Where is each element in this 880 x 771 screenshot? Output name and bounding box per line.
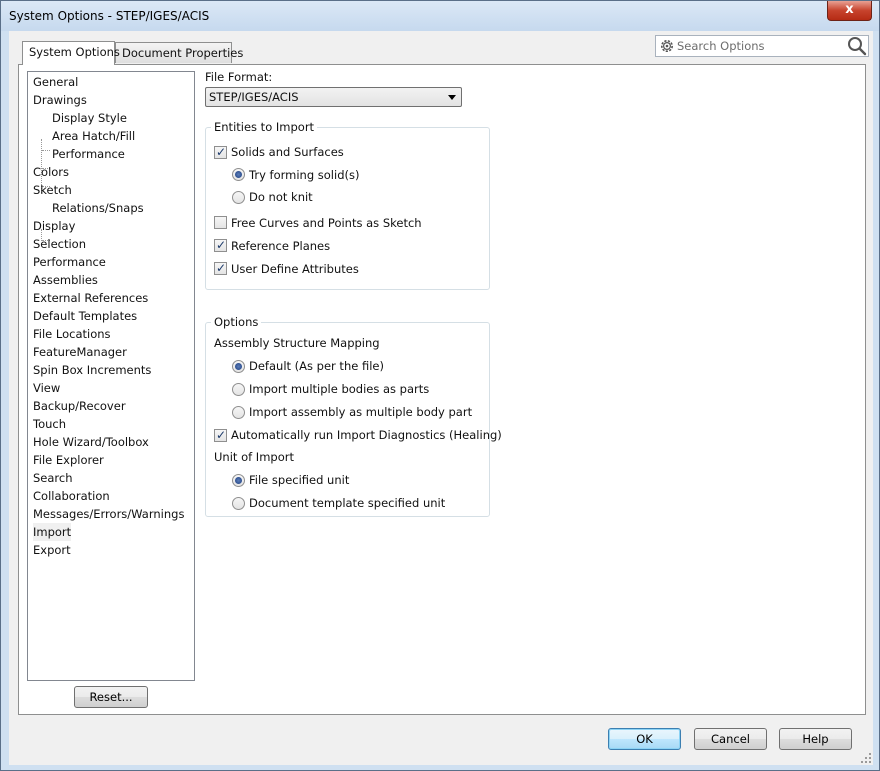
import-multiple-bodies-radio[interactable]: [232, 383, 245, 396]
options-group: Options Assembly Structure Mapping Defau…: [205, 315, 502, 517]
default-mapping-radio[interactable]: [232, 360, 245, 373]
import-multiple-bodies-label[interactable]: Import multiple bodies as parts: [249, 382, 429, 396]
ok-button[interactable]: OK: [608, 728, 681, 750]
tree-item-general[interactable]: General: [33, 73, 78, 91]
radio-dot-icon: [235, 477, 242, 484]
tree-item-import[interactable]: Import: [33, 523, 72, 541]
do-not-knit-radio[interactable]: [232, 191, 245, 204]
tree-item-messages-errors-warnings[interactable]: Messages/Errors/Warnings: [33, 505, 184, 523]
tree-item-featuremanager[interactable]: FeatureManager: [33, 343, 127, 361]
search-icon[interactable]: [846, 36, 868, 56]
tree-item-display[interactable]: Display: [33, 217, 75, 235]
auto-import-diagnostics-checkbox[interactable]: ✓: [214, 428, 227, 442]
checkmark-icon: ✓: [216, 428, 227, 442]
tree-item-backup-recover[interactable]: Backup/Recover: [33, 397, 126, 415]
solids-surfaces-checkbox[interactable]: ✓: [214, 145, 227, 159]
reset-button[interactable]: Reset...: [74, 686, 148, 708]
tree-item-sketch[interactable]: Sketch: [33, 181, 72, 199]
gear-icon[interactable]: [658, 37, 676, 55]
assembly-structure-mapping-label: Assembly Structure Mapping: [214, 336, 380, 350]
file-format-label: File Format:: [205, 70, 273, 84]
reference-planes-label[interactable]: Reference Planes: [231, 239, 330, 253]
radio-dot-icon: [235, 171, 242, 178]
resize-grip-icon[interactable]: [860, 752, 872, 764]
try-forming-solids-radio[interactable]: [232, 168, 245, 181]
tree-item-selection[interactable]: Selection: [33, 235, 86, 253]
tab-document-properties[interactable]: Document Properties: [115, 42, 243, 63]
tree-item-drawings[interactable]: Drawings: [33, 91, 87, 109]
free-curves-checkbox[interactable]: [214, 216, 227, 229]
tree-item-performance[interactable]: Performance: [33, 253, 106, 271]
tree-item-view[interactable]: View: [33, 379, 60, 397]
tree-item-file-explorer[interactable]: File Explorer: [33, 451, 104, 469]
tab-system-options[interactable]: System Options: [22, 41, 120, 65]
dialog-client-area: System Options Document Properties Searc…: [9, 31, 873, 765]
title-bar[interactable]: System Options - STEP/IGES/ACIS x: [1, 1, 879, 31]
tree-item-external-references[interactable]: External References: [33, 289, 148, 307]
try-forming-solids-label[interactable]: Try forming solid(s): [249, 168, 359, 182]
cancel-button[interactable]: Cancel: [694, 728, 767, 750]
checkmark-icon: ✓: [216, 238, 227, 252]
import-assembly-multibody-label[interactable]: Import assembly as multiple body part: [249, 405, 472, 419]
file-specified-unit-radio[interactable]: [232, 474, 245, 487]
tree-item-collaboration[interactable]: Collaboration: [33, 487, 110, 505]
help-button[interactable]: Help: [779, 728, 852, 750]
tree-item-display-style[interactable]: Display Style: [52, 109, 127, 127]
search-box: [655, 35, 869, 57]
reference-planes-checkbox[interactable]: ✓: [214, 238, 227, 252]
radio-dot-icon: [235, 363, 242, 370]
options-tree[interactable]: General Drawings Display Style Area Hatc…: [27, 71, 195, 681]
user-define-attributes-label[interactable]: User Define Attributes: [231, 262, 359, 276]
document-template-unit-label[interactable]: Document template specified unit: [249, 496, 445, 510]
auto-import-diagnostics-label[interactable]: Automatically run Import Diagnostics (He…: [231, 428, 502, 442]
tree-item-hole-wizard-toolbox[interactable]: Hole Wizard/Toolbox: [33, 433, 149, 451]
unit-of-import-label: Unit of Import: [214, 450, 294, 464]
import-assembly-multibody-radio[interactable]: [232, 406, 245, 419]
file-format-value: STEP/IGES/ACIS: [209, 90, 299, 104]
tree-item-relations-snaps[interactable]: Relations/Snaps: [52, 199, 144, 217]
entities-to-import-group: Entities to Import ✓ Solids and Surfaces…: [205, 120, 490, 290]
chevron-down-icon: [448, 95, 456, 100]
default-mapping-label[interactable]: Default (As per the file): [249, 359, 384, 373]
entities-group-title: Entities to Import: [211, 120, 318, 134]
system-options-window: System Options - STEP/IGES/ACIS x System…: [0, 0, 880, 771]
tree-item-drawings-performance[interactable]: Performance: [52, 145, 125, 163]
search-input[interactable]: [677, 38, 843, 54]
file-specified-unit-label[interactable]: File specified unit: [249, 473, 349, 487]
tree-item-assemblies[interactable]: Assemblies: [33, 271, 98, 289]
free-curves-label[interactable]: Free Curves and Points as Sketch: [231, 216, 422, 230]
solids-surfaces-label[interactable]: Solids and Surfaces: [231, 145, 344, 159]
tree-item-file-locations[interactable]: File Locations: [33, 325, 111, 343]
tree-item-export[interactable]: Export: [33, 541, 71, 559]
tab-system-options-label: System Options: [29, 45, 120, 59]
do-not-knit-label[interactable]: Do not knit: [249, 190, 313, 204]
tree-connector: [42, 150, 50, 151]
checkmark-icon: ✓: [216, 145, 227, 159]
user-define-attributes-checkbox[interactable]: ✓: [214, 261, 227, 275]
tab-document-properties-label: Document Properties: [122, 46, 244, 60]
document-template-unit-radio[interactable]: [232, 497, 245, 510]
tree-item-touch[interactable]: Touch: [33, 415, 66, 433]
window-title: System Options - STEP/IGES/ACIS: [9, 9, 210, 23]
file-format-select[interactable]: STEP/IGES/ACIS: [205, 87, 462, 107]
tree-item-colors[interactable]: Colors: [33, 163, 69, 181]
options-group-title: Options: [211, 315, 262, 329]
tree-item-area-hatch-fill[interactable]: Area Hatch/Fill: [52, 127, 135, 145]
checkmark-icon: ✓: [216, 261, 227, 275]
system-options-panel: General Drawings Display Style Area Hatc…: [18, 64, 866, 715]
close-icon: x: [845, 2, 854, 17]
tree-item-spin-box-increments[interactable]: Spin Box Increments: [33, 361, 151, 379]
tree-item-search[interactable]: Search: [33, 469, 73, 487]
close-button[interactable]: x: [827, 1, 872, 21]
tree-item-default-templates[interactable]: Default Templates: [33, 307, 137, 325]
